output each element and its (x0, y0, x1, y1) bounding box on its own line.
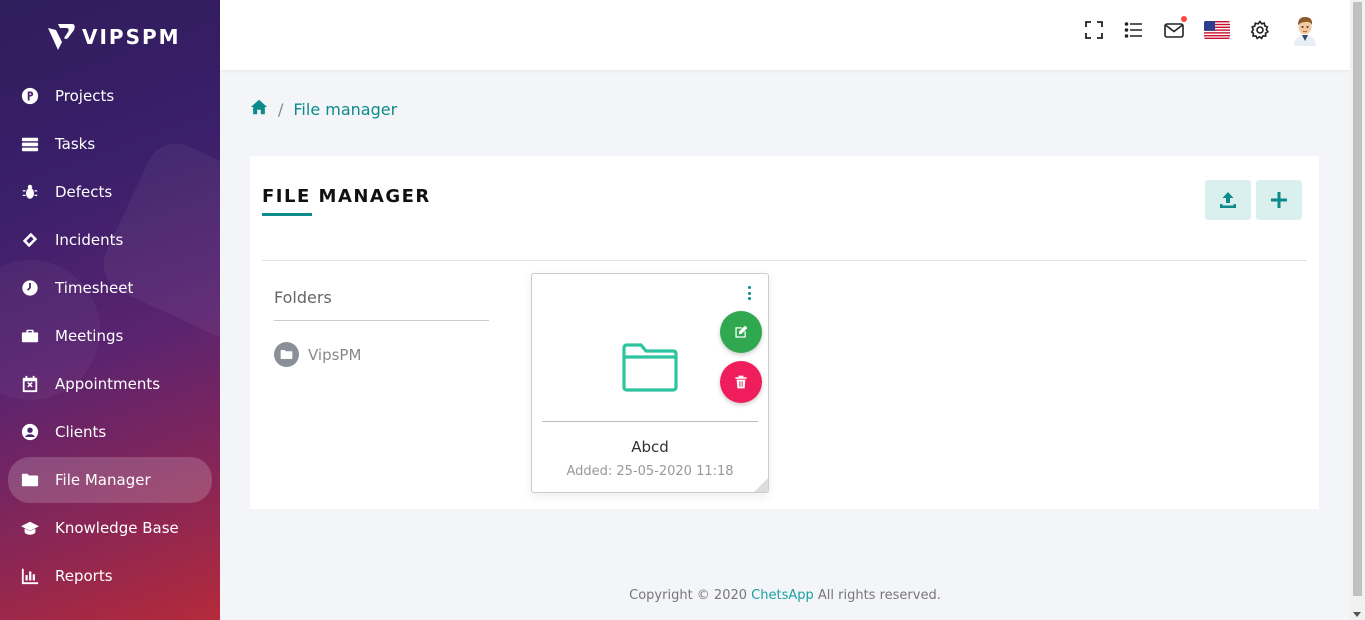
sidebar-item-label: Defects (55, 183, 113, 201)
sidebar-item-knowledge-base[interactable]: Knowledge Base (0, 504, 220, 552)
sidebar: VIPSPM Projects Tasks Defects Incidents (0, 0, 220, 620)
clock-icon (20, 278, 40, 298)
sidebar-item-label: Projects (55, 87, 115, 105)
projects-icon (20, 86, 40, 106)
divider (542, 421, 758, 422)
sidebar-item-meetings[interactable]: Meetings (0, 312, 220, 360)
sidebar-item-file-manager[interactable]: File Manager (8, 457, 212, 503)
folder-card-name: Abcd (631, 438, 669, 456)
sidebar-item-label: Appointments (55, 375, 161, 393)
topbar (220, 0, 1350, 70)
trash-icon (735, 375, 747, 389)
sidebar-item-timesheet[interactable]: Timesheet (0, 264, 220, 312)
user-avatar[interactable] (1290, 14, 1320, 46)
user-circle-icon (20, 422, 40, 442)
divider (274, 320, 489, 321)
edit-button[interactable] (720, 311, 762, 353)
folder-card[interactable]: Abcd Added: 25-05-2020 11:18 (531, 273, 769, 493)
sidebar-item-label: Meetings (55, 327, 124, 345)
sidebar-item-reports[interactable]: Reports (0, 552, 220, 600)
sidebar-item-projects[interactable]: Projects (0, 72, 220, 120)
scroll-down-icon[interactable] (1353, 612, 1361, 617)
folder-icon (274, 342, 299, 367)
folder-name: VipsPM (308, 345, 362, 364)
sidebar-nav: Projects Tasks Defects Incidents Timeshe… (0, 72, 220, 600)
breadcrumb-separator: / (278, 99, 284, 119)
folder-large-icon (622, 343, 678, 392)
logo-mark-icon (48, 24, 75, 50)
sidebar-item-label: Timesheet (55, 279, 134, 297)
app-logo[interactable]: VIPSPM (46, 22, 181, 52)
calendar-x-icon (20, 374, 40, 394)
sidebar-item-appointments[interactable]: Appointments (0, 360, 220, 408)
folder-card-date: Added: 25-05-2020 11:18 (566, 464, 734, 479)
scrollbar-thumb[interactable] (1353, 2, 1362, 596)
footer: Copyright © 2020 ChetsApp All rights res… (220, 588, 1350, 603)
delete-button[interactable] (720, 361, 762, 403)
edit-icon (735, 325, 748, 338)
plus-icon (1271, 192, 1287, 208)
upload-icon (1220, 192, 1236, 208)
folder-icon (20, 470, 40, 490)
footer-brand-link[interactable]: ChetsApp (751, 588, 814, 603)
sidebar-item-label: Incidents (55, 231, 124, 249)
sidebar-item-incidents[interactable]: Incidents (0, 216, 220, 264)
mail-icon[interactable] (1164, 16, 1187, 40)
bug-icon (20, 182, 40, 202)
breadcrumb: / File manager (250, 98, 397, 120)
footer-copyright: Copyright © 2020 (629, 588, 748, 603)
ticket-icon (20, 230, 40, 250)
graduation-cap-icon (20, 518, 40, 538)
add-button[interactable] (1256, 180, 1302, 220)
title-underline (262, 213, 312, 216)
briefcase-icon (20, 326, 40, 346)
list-icon[interactable] (1124, 20, 1144, 40)
upload-button[interactable] (1205, 180, 1251, 220)
folder-item-vipspm[interactable]: VipsPM (274, 342, 361, 367)
sidebar-item-defects[interactable]: Defects (0, 168, 220, 216)
breadcrumb-current[interactable]: File manager (293, 100, 397, 119)
home-icon[interactable] (250, 98, 268, 120)
bar-chart-icon (20, 566, 40, 586)
sidebar-item-label: File Manager (55, 471, 151, 489)
app-name: VIPSPM (82, 25, 181, 49)
fullscreen-icon[interactable] (1084, 20, 1104, 40)
sidebar-item-clients[interactable]: Clients (0, 408, 220, 456)
settings-icon[interactable] (1250, 20, 1270, 40)
sidebar-item-label: Tasks (55, 135, 96, 153)
tasks-icon (20, 134, 40, 154)
sidebar-item-label: Reports (55, 567, 113, 585)
topbar-actions (1084, 14, 1320, 46)
us-flag-icon[interactable] (1204, 21, 1230, 39)
card-corner (754, 478, 768, 492)
sidebar-item-label: Clients (55, 423, 107, 441)
file-manager-card: FILE MANAGER Folders VipsPM Abcd Added: … (250, 156, 1319, 509)
page-title: FILE MANAGER (262, 186, 431, 207)
divider (262, 260, 1307, 261)
folders-heading: Folders (274, 288, 332, 307)
notification-dot (1181, 16, 1187, 22)
scrollbar[interactable] (1350, 0, 1365, 620)
sidebar-item-label: Knowledge Base (55, 519, 179, 537)
footer-rights: All rights reserved. (817, 588, 941, 603)
sidebar-item-tasks[interactable]: Tasks (0, 120, 220, 168)
more-options-icon[interactable] (746, 285, 752, 301)
